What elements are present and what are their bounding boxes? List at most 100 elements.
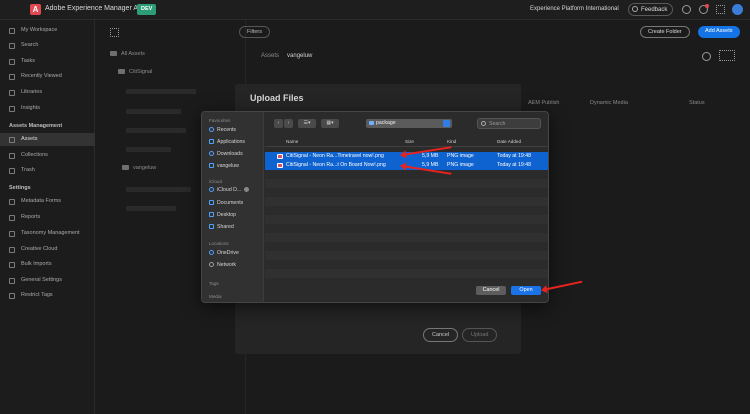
location-popup[interactable]: package bbox=[366, 119, 452, 128]
file-list: Name Size Kind Date Added CitiSignal - N… bbox=[265, 137, 548, 282]
cloud-icon bbox=[209, 250, 214, 255]
empty-row bbox=[265, 242, 548, 251]
open-button[interactable]: Open bbox=[511, 286, 541, 295]
empty-row bbox=[265, 233, 548, 242]
sidebar-item-search[interactable]: Search bbox=[0, 39, 95, 52]
sidebar-item-home[interactable]: vangeluw bbox=[209, 163, 239, 169]
sidebar-item-network[interactable]: Network bbox=[209, 262, 236, 268]
section-media: Media bbox=[209, 294, 222, 299]
empty-row bbox=[265, 260, 548, 269]
globe-icon bbox=[209, 262, 214, 267]
upload-cancel-button[interactable]: Cancel bbox=[423, 328, 459, 342]
empty-row bbox=[265, 251, 548, 260]
tree-item-all-assets[interactable]: All Assets bbox=[110, 51, 145, 57]
create-folder-button[interactable]: Create Folder bbox=[640, 26, 690, 38]
library-icon bbox=[9, 90, 15, 96]
sidebar-item-assets[interactable]: Assets bbox=[0, 133, 95, 146]
search-icon bbox=[9, 43, 15, 49]
sidebar-item-recents[interactable]: Recents bbox=[209, 127, 236, 133]
sidebar-item-desktop[interactable]: Desktop bbox=[209, 212, 236, 218]
sidebar-item-reports[interactable]: Reports bbox=[0, 211, 95, 224]
gear-icon[interactable] bbox=[702, 52, 711, 61]
section-tags: Tags bbox=[209, 281, 219, 286]
column-aem-publish[interactable]: AEM Publish bbox=[528, 100, 560, 106]
assets-icon bbox=[9, 137, 15, 143]
apps-grid-icon[interactable] bbox=[716, 5, 725, 14]
sidebar-section-assets: Assets Management bbox=[9, 123, 63, 129]
sidebar-item-creative-cloud[interactable]: Creative Cloud bbox=[0, 243, 95, 256]
column-date-added[interactable]: Date Added bbox=[497, 137, 521, 147]
section-favourites: Favourites bbox=[209, 118, 231, 123]
sidebar-item-recently-viewed[interactable]: Recently Viewed bbox=[0, 70, 95, 83]
sidebar-item-downloads[interactable]: Downloads bbox=[209, 151, 243, 157]
sidebar-item-onedrive[interactable]: OneDrive bbox=[209, 250, 239, 256]
back-button[interactable]: ‹ bbox=[274, 119, 283, 128]
help-icon[interactable] bbox=[682, 5, 691, 14]
form-icon bbox=[9, 199, 15, 205]
column-dynamic-media[interactable]: Dynamic Media bbox=[590, 100, 628, 106]
sidebar-item-taxonomy[interactable]: Taxonomy Management bbox=[0, 227, 95, 240]
file-picker-footer: Cancel Open bbox=[265, 282, 548, 302]
home-icon bbox=[9, 28, 15, 34]
cancel-button[interactable]: Cancel bbox=[476, 286, 506, 295]
empty-row bbox=[265, 206, 548, 215]
sidebar-item-tasks[interactable]: Tasks bbox=[0, 55, 95, 68]
sidebar-item-general-settings[interactable]: General Settings bbox=[0, 274, 95, 287]
list-view-button[interactable]: ☰▾ bbox=[298, 119, 316, 128]
empty-row bbox=[265, 170, 548, 179]
column-status[interactable]: Status bbox=[689, 100, 705, 106]
adobe-logo-icon[interactable]: A bbox=[30, 4, 41, 15]
sidebar-item-collections[interactable]: Collections bbox=[0, 149, 95, 162]
forward-button[interactable]: › bbox=[284, 119, 293, 128]
org-switcher[interactable]: Experience Platform International bbox=[530, 6, 619, 12]
sidebar-item-metadata-forms[interactable]: Metadata Forms bbox=[0, 195, 95, 208]
sidebar-item-applications[interactable]: Applications bbox=[209, 139, 245, 145]
notification-badge bbox=[705, 4, 709, 8]
sidebar-item-documents[interactable]: Documents bbox=[209, 200, 243, 206]
report-icon bbox=[9, 215, 15, 221]
tree-placeholder bbox=[126, 147, 171, 152]
creative-cloud-icon bbox=[9, 247, 15, 253]
sidebar-item-icloud-drive[interactable]: iCloud D... bbox=[209, 187, 250, 193]
tag-icon bbox=[9, 293, 15, 299]
add-assets-button[interactable]: Add Assets bbox=[698, 26, 740, 38]
clock-icon bbox=[209, 127, 214, 132]
clock-icon bbox=[9, 74, 15, 80]
tree-item-citisignal[interactable]: CitiSignal bbox=[118, 69, 152, 75]
feedback-button[interactable]: Feedback bbox=[628, 3, 674, 16]
search-icon bbox=[481, 121, 486, 126]
sidebar-item-bulk-imports[interactable]: Bulk Imports bbox=[0, 258, 95, 271]
view-switch-icon[interactable] bbox=[719, 50, 735, 61]
column-size[interactable]: Size bbox=[405, 137, 414, 147]
section-locations: Locations bbox=[209, 241, 229, 246]
breadcrumb-root[interactable]: Assets bbox=[261, 53, 279, 59]
sidebar-item-shared[interactable]: Shared bbox=[209, 224, 234, 230]
sidebar: My Workspace Search Tasks Recently Viewe… bbox=[0, 20, 95, 414]
group-button[interactable]: ▦▾ bbox=[321, 119, 339, 128]
import-icon bbox=[9, 262, 15, 268]
tree-placeholder bbox=[126, 89, 196, 94]
dialog-title: Upload Files bbox=[250, 93, 304, 103]
upload-button[interactable]: Upload bbox=[462, 328, 498, 342]
sidebar-item-restrict-tags[interactable]: Restrict Tags bbox=[0, 289, 95, 302]
tree-placeholder bbox=[126, 109, 181, 114]
filters-button[interactable]: Filters bbox=[239, 26, 270, 38]
section-icloud: iCloud bbox=[209, 179, 223, 184]
sync-icon bbox=[244, 187, 250, 192]
png-file-icon bbox=[277, 154, 283, 159]
breadcrumb-current: vangeluw bbox=[287, 53, 313, 59]
avatar[interactable] bbox=[732, 4, 743, 15]
empty-row bbox=[265, 197, 548, 206]
tree-item-vangeluw[interactable]: vangeluw bbox=[122, 165, 156, 171]
sidebar-item-my-workspace[interactable]: My Workspace bbox=[0, 24, 95, 37]
sidebar-item-insights[interactable]: Insights bbox=[0, 102, 95, 115]
desktop-icon bbox=[209, 212, 214, 217]
column-name[interactable]: Name bbox=[286, 137, 298, 147]
trash-icon bbox=[9, 168, 15, 174]
top-bar: A Adobe Experience Manager Assets DEV Ex… bbox=[0, 0, 750, 20]
sidebar-item-trash[interactable]: Trash bbox=[0, 164, 95, 177]
collections-icon bbox=[9, 153, 15, 159]
toggle-panel-icon[interactable] bbox=[110, 28, 119, 37]
sidebar-item-libraries[interactable]: Libraries bbox=[0, 86, 95, 99]
search-field[interactable]: Search bbox=[477, 118, 541, 129]
